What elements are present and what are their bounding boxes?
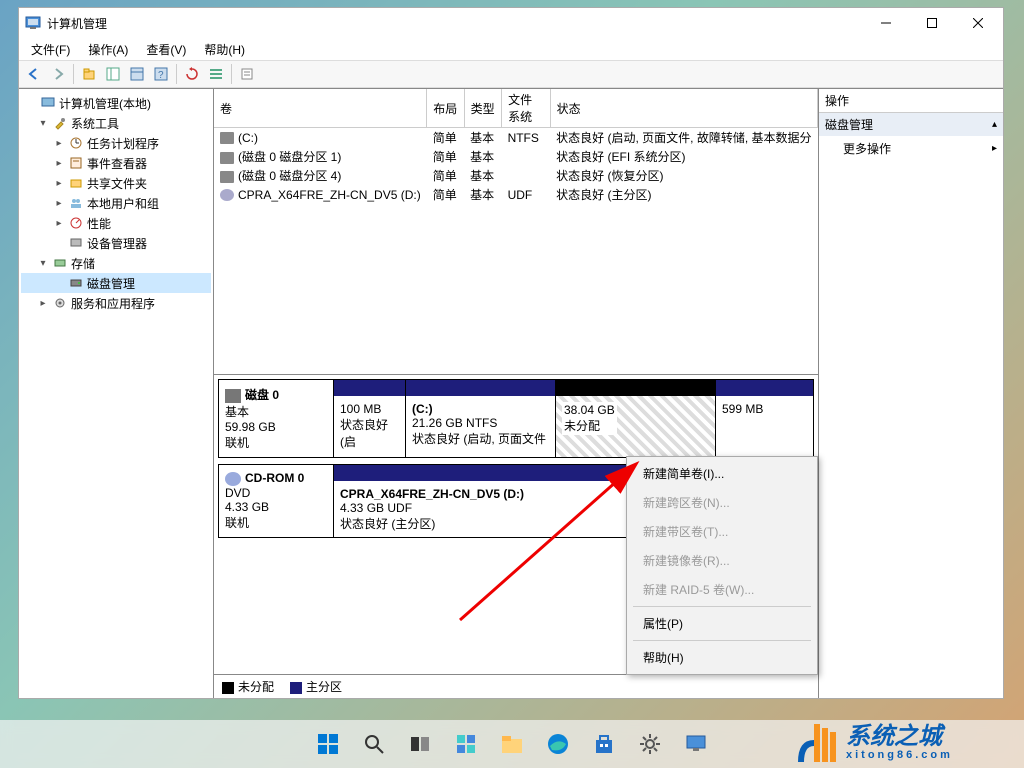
performance-icon: [68, 215, 84, 231]
svg-text:?: ?: [158, 70, 164, 81]
search-button[interactable]: [354, 724, 394, 764]
task-view-button[interactable]: [400, 724, 440, 764]
disk-icon: [68, 275, 84, 291]
chevron-right-icon: ▸: [992, 143, 997, 154]
help-button[interactable]: ?: [150, 63, 172, 85]
volume-row[interactable]: (C:)简单基本NTFS状态良好 (启动, 页面文件, 故障转储, 基本数据分: [214, 128, 818, 148]
cdrom-0-header[interactable]: CD-ROM 0 DVD 4.33 GB 联机: [219, 465, 334, 537]
col-fs[interactable]: 文件系统: [502, 89, 551, 128]
ctx-new-mirrored-volume: 新建镜像卷(R)...: [629, 546, 815, 575]
tree-services-apps[interactable]: ▸服务和应用程序: [21, 293, 211, 313]
partition-c[interactable]: (C:)21.26 GB NTFS状态良好 (启动, 页面文件: [406, 380, 556, 457]
hdd-icon: [225, 389, 241, 403]
col-volume[interactable]: 卷: [214, 89, 427, 128]
tree-disk-management[interactable]: 磁盘管理: [21, 273, 211, 293]
volume-row[interactable]: CPRA_X64FRE_ZH-CN_DV5 (D:)简单基本UDF状态良好 (主…: [214, 185, 818, 204]
partition-recovery[interactable]: 599 MB: [716, 380, 813, 457]
settings-button[interactable]: [236, 63, 258, 85]
ctx-properties[interactable]: 属性(P): [629, 609, 815, 638]
tree-pane[interactable]: 计算机管理(本地) ▾系统工具 ▸任务计划程序 ▸事件查看器 ▸共享文件夹 ▸本…: [19, 89, 214, 698]
edge-button[interactable]: [538, 724, 578, 764]
actions-pane: 操作 磁盘管理▴ 更多操作▸: [818, 89, 1003, 698]
up-button[interactable]: [78, 63, 100, 85]
minimize-button[interactable]: [863, 8, 909, 38]
store-button[interactable]: [584, 724, 624, 764]
tree-storage[interactable]: ▾存储: [21, 253, 211, 273]
legend-swatch-unalloc: [222, 682, 234, 694]
start-button[interactable]: [308, 724, 348, 764]
col-status[interactable]: 状态: [550, 89, 817, 128]
computer-management-window: 计算机管理 文件(F) 操作(A) 查看(V) 帮助(H) ? 计算机管理(本地…: [18, 7, 1004, 699]
clock-icon: [68, 135, 84, 151]
settings-taskbar-button[interactable]: [630, 724, 670, 764]
tree-local-users[interactable]: ▸本地用户和组: [21, 193, 211, 213]
computer-management-taskbar-button[interactable]: [676, 724, 716, 764]
tree-system-tools[interactable]: ▾系统工具: [21, 113, 211, 133]
ctx-new-raid5-volume: 新建 RAID-5 卷(W)...: [629, 575, 815, 604]
tree-task-scheduler[interactable]: ▸任务计划程序: [21, 133, 211, 153]
menu-help[interactable]: 帮助(H): [196, 39, 253, 60]
chevron-up-icon: ▴: [992, 119, 997, 130]
tools-icon: [52, 115, 68, 131]
context-menu: 新建简单卷(I)... 新建跨区卷(N)... 新建带区卷(T)... 新建镜像…: [626, 456, 818, 675]
back-button[interactable]: [23, 63, 45, 85]
widgets-button[interactable]: [446, 724, 486, 764]
services-icon: [52, 295, 68, 311]
storage-icon: [52, 255, 68, 271]
close-button[interactable]: [955, 8, 1001, 38]
titlebar[interactable]: 计算机管理: [19, 8, 1003, 38]
volume-row[interactable]: (磁盘 0 磁盘分区 1)简单基本状态良好 (EFI 系统分区): [214, 147, 818, 166]
toolbar: ?: [19, 60, 1003, 88]
ctx-help[interactable]: 帮助(H): [629, 643, 815, 672]
list-view-button[interactable]: [205, 63, 227, 85]
menubar: 文件(F) 操作(A) 查看(V) 帮助(H): [19, 38, 1003, 60]
ctx-new-striped-volume: 新建带区卷(T)...: [629, 517, 815, 546]
tree-performance[interactable]: ▸性能: [21, 213, 211, 233]
maximize-button[interactable]: [909, 8, 955, 38]
menu-action[interactable]: 操作(A): [80, 39, 136, 60]
actions-header: 操作: [819, 89, 1003, 113]
computer-icon: [40, 95, 56, 111]
event-icon: [68, 155, 84, 171]
menu-file[interactable]: 文件(F): [23, 39, 78, 60]
legend-swatch-primary: [290, 682, 302, 694]
partition-efi[interactable]: 100 MB状态良好 (启: [334, 380, 406, 457]
users-icon: [68, 195, 84, 211]
refresh-button[interactable]: [181, 63, 203, 85]
tree-root[interactable]: 计算机管理(本地): [21, 93, 211, 113]
drive-icon: [220, 171, 234, 183]
ctx-new-simple-volume[interactable]: 新建简单卷(I)...: [629, 459, 815, 488]
window-title: 计算机管理: [47, 15, 863, 32]
watermark: 系统之城 xitong86.com: [794, 720, 1016, 766]
forward-button[interactable]: [47, 63, 69, 85]
ctx-new-spanned-volume: 新建跨区卷(N)...: [629, 488, 815, 517]
volume-list[interactable]: 卷 布局 类型 文件系统 状态 (C:)简单基本NTFS状态良好 (启动, 页面…: [214, 89, 818, 375]
dvd-drive-icon: [225, 472, 241, 486]
show-hide-tree-button[interactable]: [102, 63, 124, 85]
tree-event-viewer[interactable]: ▸事件查看器: [21, 153, 211, 173]
tree-shared-folders[interactable]: ▸共享文件夹: [21, 173, 211, 193]
dvd-icon: [220, 189, 234, 201]
col-layout[interactable]: 布局: [427, 89, 464, 128]
properties-button[interactable]: [126, 63, 148, 85]
actions-section-diskmgmt[interactable]: 磁盘管理▴: [819, 113, 1003, 136]
drive-icon: [220, 152, 234, 164]
app-icon: [25, 15, 41, 31]
watermark-logo-icon: [794, 720, 840, 766]
menu-view[interactable]: 查看(V): [138, 39, 194, 60]
drive-icon: [220, 132, 234, 144]
volume-row[interactable]: (磁盘 0 磁盘分区 4)简单基本状态良好 (恢复分区): [214, 166, 818, 185]
device-icon: [68, 235, 84, 251]
actions-more[interactable]: 更多操作▸: [819, 136, 1003, 161]
col-type[interactable]: 类型: [464, 89, 501, 128]
tree-device-manager[interactable]: 设备管理器: [21, 233, 211, 253]
legend: 未分配 主分区: [214, 674, 818, 698]
folder-shared-icon: [68, 175, 84, 191]
file-explorer-button[interactable]: [492, 724, 532, 764]
disk-0-header[interactable]: 磁盘 0 基本 59.98 GB 联机: [219, 380, 334, 457]
disk-0-row[interactable]: 磁盘 0 基本 59.98 GB 联机 100 MB状态良好 (启 (C:)21…: [218, 379, 814, 458]
partition-unallocated[interactable]: 38.04 GB未分配: [556, 380, 716, 457]
